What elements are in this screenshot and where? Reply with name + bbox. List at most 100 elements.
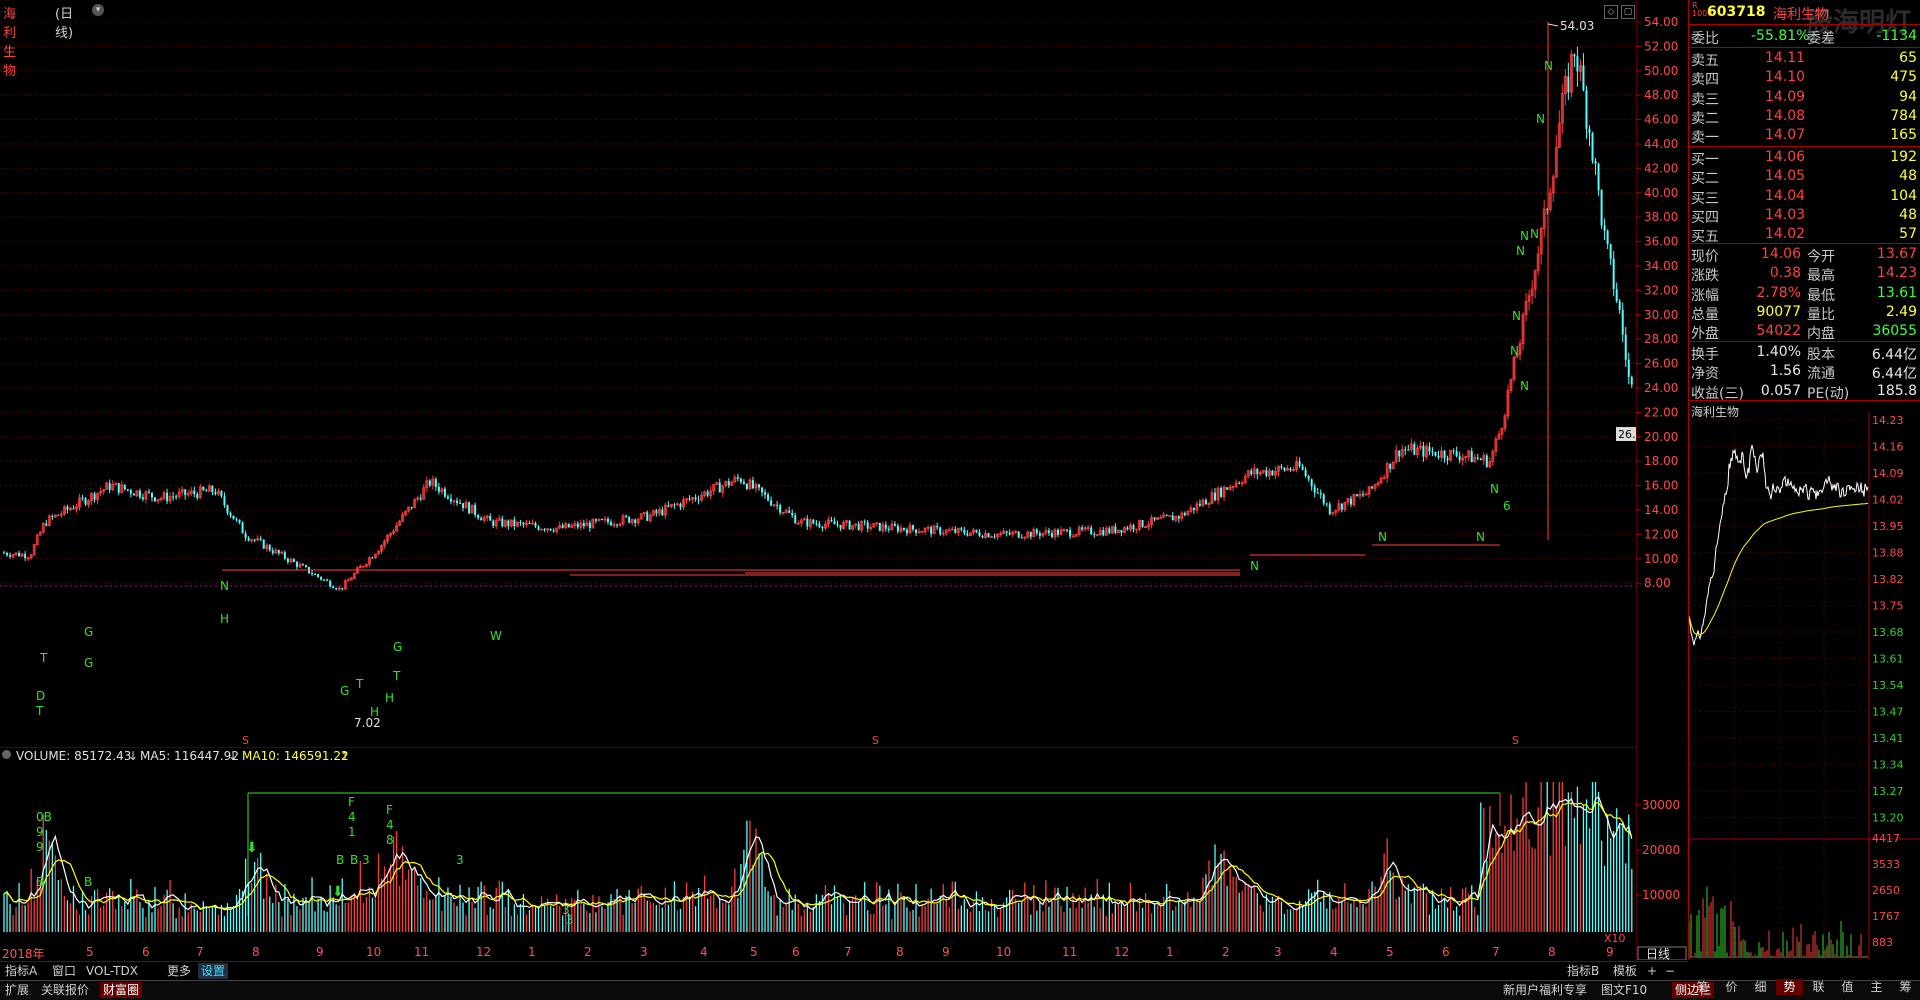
quote-tab-7[interactable]: 筹	[1892, 979, 1919, 995]
candle-body	[1120, 530, 1123, 533]
candle-body	[930, 527, 933, 534]
candle-body	[117, 483, 120, 493]
intraday-tick-label: 13.27	[1872, 785, 1904, 798]
candle-body	[1313, 486, 1316, 493]
candle-body	[329, 580, 332, 587]
candle-body	[419, 497, 422, 500]
price-tick-label: 42.00	[1644, 161, 1678, 175]
candle-body	[1050, 532, 1053, 537]
ma5-value: MA5: 116447.92	[140, 749, 239, 763]
candle-body	[1428, 446, 1431, 452]
candle-body	[253, 539, 256, 541]
candle-body	[259, 538, 262, 540]
signal-label: N	[1490, 482, 1499, 496]
bottom-tab-2[interactable]: 财富圈	[100, 982, 143, 998]
bottom-right-tab-1[interactable]: 图文F10	[1598, 982, 1650, 998]
candle-body	[739, 478, 742, 483]
row-label: 卖一	[1691, 130, 1719, 147]
candle-body	[915, 529, 918, 533]
candle-body	[1204, 500, 1207, 505]
candle-body	[522, 522, 525, 525]
quote-tab-bar: 笔价细势联值主筹	[1689, 978, 1920, 997]
row-price: 14.06	[1765, 149, 1806, 165]
maximize-icon[interactable]: ▢	[1621, 5, 1635, 19]
signal-label: D	[36, 689, 45, 703]
tab-0[interactable]: 指标A	[2, 963, 40, 979]
candle-body	[1476, 457, 1479, 459]
quote-tab-5[interactable]: 值	[1834, 979, 1861, 995]
quote-tab-2[interactable]: 细	[1747, 979, 1774, 995]
candle-body	[1407, 449, 1410, 451]
period-label: (日线)	[55, 7, 74, 41]
stat-row: 现价 14.06 今开 13.67	[1691, 246, 1917, 265]
row-volume: 165	[1890, 127, 1917, 144]
bottom-right-tab-0[interactable]: 新用户福利专享	[1500, 982, 1590, 998]
right-tab-0[interactable]: 指标B	[1564, 963, 1602, 979]
volume-signal-label: B	[336, 853, 344, 867]
kline-chart[interactable]: DTTGGNHG THHGTWNN NN6NNNN NNNN54.037.0226.S…	[0, 0, 1636, 748]
candle-body	[123, 484, 126, 490]
expand-icon[interactable]: ◇	[1604, 5, 1618, 19]
volume-chart[interactable]: 0B99B BF41F48B B 3 333⬇⬇X10	[0, 766, 1636, 946]
candle-body	[794, 515, 797, 524]
candle-body	[1198, 503, 1201, 506]
s-marker: S	[242, 734, 249, 747]
intraday-tick-label: 13.47	[1872, 706, 1904, 719]
month-label: 12	[1114, 945, 1130, 959]
signal-label: T	[392, 669, 401, 683]
candle-body	[1316, 492, 1319, 494]
tab-2[interactable]: VOL-TDX	[83, 963, 141, 979]
month-label: 9	[316, 945, 324, 959]
candle-body	[679, 503, 682, 508]
quote-tab-4[interactable]: 联	[1805, 979, 1832, 995]
candle-body	[480, 518, 483, 521]
candle-body	[1017, 531, 1020, 538]
signal-label: T	[39, 651, 48, 665]
row-price: 14.11	[1765, 50, 1806, 66]
candle-body	[688, 498, 691, 500]
candle-body	[57, 514, 60, 516]
candle-body	[1452, 450, 1455, 452]
candle-body	[1114, 526, 1117, 533]
candle-body	[1153, 517, 1156, 520]
quote-tab-3[interactable]: 势	[1776, 979, 1803, 995]
intraday-chart[interactable]: 14.23 14.16 14.09 14.02 13.95 13.88 13.82 13.75…	[1689, 402, 1920, 960]
candle-body	[45, 523, 48, 526]
tab-3[interactable]: 更多	[164, 963, 194, 979]
tab-1[interactable]: 窗口	[49, 963, 79, 979]
intraday-tick-label: 13.95	[1872, 520, 1904, 533]
bid-row: 买一 14.06 192	[1689, 148, 1920, 168]
gear-icon[interactable]	[2, 750, 11, 759]
price-tick-label: 52.00	[1644, 39, 1678, 53]
zoom-in-button[interactable]: +	[1644, 963, 1660, 979]
bottom-tab-0[interactable]: 扩展	[2, 982, 32, 998]
zoom-out-button[interactable]: −	[1662, 963, 1678, 979]
candle-body	[552, 530, 555, 532]
bottom-tab-1[interactable]: 关联报价	[38, 982, 92, 998]
right-tab-1[interactable]: 模板	[1610, 963, 1640, 979]
signal-label: N	[1536, 112, 1545, 126]
candle-body	[561, 525, 564, 528]
volume-signal-label: 8	[386, 833, 394, 847]
candle-body	[335, 588, 338, 590]
candle-body	[1609, 244, 1612, 259]
price-tick-label: 46.00	[1644, 113, 1678, 127]
tab-4[interactable]: 设置	[198, 963, 229, 979]
candle-body	[600, 519, 603, 521]
candle-body	[18, 552, 21, 557]
candle-body	[456, 500, 458, 503]
quote-tab-1[interactable]: 价	[1718, 979, 1745, 995]
candle-body	[1594, 160, 1597, 164]
candle-body	[960, 528, 963, 530]
row-label: 买五	[1691, 229, 1719, 246]
candle-body	[507, 520, 510, 527]
down-arrow-icon: ⬇	[332, 884, 344, 900]
candle-body	[286, 558, 289, 562]
candle-body	[459, 502, 462, 504]
quote-tab-0[interactable]: 笔	[1689, 979, 1716, 995]
quote-tab-6[interactable]: 主	[1863, 979, 1890, 995]
volume-tick-label: 30000	[1642, 798, 1680, 812]
candle-body	[138, 490, 141, 498]
candle-body	[1422, 445, 1425, 457]
chevron-down-icon[interactable]: ▾	[92, 4, 104, 16]
